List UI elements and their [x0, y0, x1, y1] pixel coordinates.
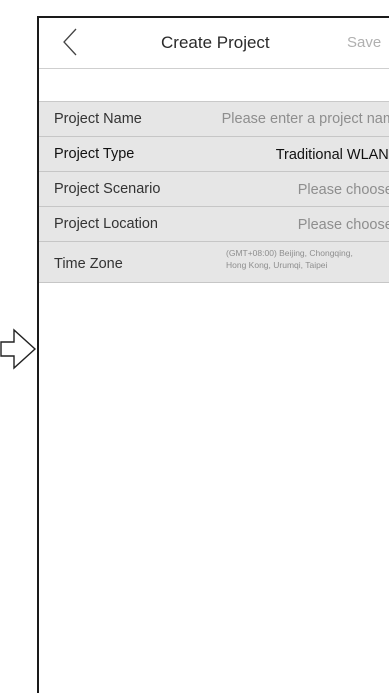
project-type-value-wrap: Traditional WLAN > [276, 146, 389, 163]
project-name-label: Project Name [54, 111, 142, 127]
project-location-value: Please choose [297, 217, 389, 233]
chevron-left-icon[interactable] [59, 26, 83, 58]
page-title: Create Project [161, 33, 270, 52]
navigation-bar: Create Project Save [39, 18, 389, 69]
project-type-row[interactable]: Project Type Traditional WLAN > [39, 137, 389, 172]
project-location-row[interactable]: Project Location Please choose> [39, 207, 389, 242]
project-name-input[interactable]: Please enter a project name [222, 111, 389, 127]
project-scenario-value: Please choose [297, 182, 389, 198]
project-scenario-label: Project Scenario [54, 181, 161, 197]
time-zone-row[interactable]: Time Zone (GMT+08:00) Beijing, Chongqing… [39, 242, 389, 283]
project-type-label: Project Type [54, 146, 135, 162]
project-name-row[interactable]: Project Name Please enter a project name [39, 102, 389, 137]
time-zone-value-line: Hong Kong, Urumqi, Taipei [226, 260, 328, 270]
section-spacer [39, 69, 389, 102]
project-scenario-row[interactable]: Project Scenario Please choose> [39, 172, 389, 207]
phone-screen: Create Project Save Project Name Please … [37, 16, 389, 693]
time-zone-label: Time Zone [54, 256, 123, 272]
project-type-value: Traditional WLAN [275, 147, 389, 163]
stage: Create Project Save Project Name Please … [0, 0, 389, 693]
right-arrow-outline-icon [0, 328, 37, 370]
save-button[interactable]: Save [347, 34, 381, 51]
project-location-label: Project Location [54, 216, 158, 232]
time-zone-value-line: (GMT+08:00) Beijing, Chongqing, [226, 248, 353, 258]
time-zone-value: (GMT+08:00) Beijing, Chongqing, Hong Kon… [226, 247, 353, 271]
project-location-value-wrap: Please choose> [298, 216, 389, 233]
project-scenario-value-wrap: Please choose> [298, 181, 389, 198]
